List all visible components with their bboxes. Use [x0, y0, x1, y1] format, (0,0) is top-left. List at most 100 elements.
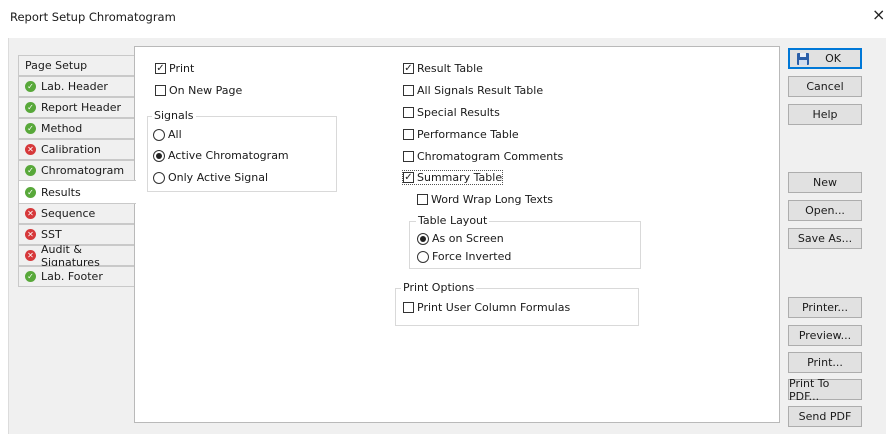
signals-only-active-radio[interactable]: Only Active Signal	[153, 171, 268, 184]
radio-circle	[153, 128, 165, 141]
save-disk-icon	[797, 53, 809, 65]
tab-label: Results	[41, 185, 81, 199]
close-icon[interactable]: ×	[872, 7, 885, 23]
check-circle-icon: ✓	[25, 165, 36, 176]
check-circle-icon: ✓	[25, 186, 36, 198]
result-table-label: Result Table	[417, 62, 483, 75]
all-signals-label: All Signals Result Table	[417, 84, 544, 97]
print-to-pdf-button[interactable]: Print To PDF...	[788, 376, 862, 403]
open-label: Open...	[805, 204, 845, 217]
tab-page-setup[interactable]: Page Setup	[18, 55, 135, 76]
on-new-page-label: On New Page	[169, 84, 243, 97]
summary-table-label: Summary Table	[417, 171, 503, 184]
performance-table-label: Performance Table	[417, 128, 519, 141]
check-circle-icon: ✓	[25, 271, 36, 282]
radio-circle	[417, 250, 429, 263]
tab-results[interactable]: ✓ Results	[18, 180, 136, 204]
check-circle-icon: ✓	[25, 123, 36, 134]
tab-label: Method	[41, 122, 83, 135]
tab-label: SST	[41, 228, 62, 241]
print-button[interactable]: Print...	[788, 352, 862, 373]
print-checkbox[interactable]: ✓ Print	[155, 62, 194, 75]
print-button-label: Print...	[807, 356, 843, 369]
special-results-checkbox[interactable]: Special Results	[403, 106, 500, 119]
window-title: Report Setup Chromatogram	[10, 10, 176, 24]
tab-lab-footer[interactable]: ✓ Lab. Footer	[18, 266, 135, 287]
all-signals-result-table-checkbox[interactable]: All Signals Result Table	[403, 84, 543, 97]
checkbox-box	[417, 194, 428, 205]
signals-all-radio[interactable]: All	[153, 128, 182, 141]
tab-audit-signatures[interactable]: ✕ Audit & Signatures	[18, 242, 135, 269]
radio-label: As on Screen	[432, 232, 504, 245]
chromatogram-comments-label: Chromatogram Comments	[417, 150, 564, 163]
radio-label: All	[168, 128, 182, 141]
tab-label: Sequence	[41, 207, 96, 220]
send-pdf-button[interactable]: Send PDF	[788, 406, 862, 427]
printer-label: Printer...	[801, 301, 849, 314]
tab-report-header[interactable]: ✓ Report Header	[18, 97, 135, 118]
print-user-column-formulas-checkbox[interactable]: Print User Column Formulas	[403, 301, 570, 314]
tab-calibration[interactable]: ✕ Calibration	[18, 139, 135, 160]
radio-circle	[417, 232, 429, 245]
checkbox-box	[403, 107, 414, 118]
error-circle-icon: ✕	[25, 250, 36, 261]
radio-label: Force Inverted	[432, 250, 512, 263]
error-circle-icon: ✕	[25, 144, 36, 155]
special-results-label: Special Results	[417, 106, 500, 119]
results-panel: ✓ Print On New Page Signals All Active C…	[134, 46, 780, 423]
new-button[interactable]: New	[788, 172, 862, 193]
open-button[interactable]: Open...	[788, 200, 862, 221]
performance-table-checkbox[interactable]: Performance Table	[403, 128, 519, 141]
tab-label: Page Setup	[25, 59, 88, 72]
checkbox-box	[155, 85, 166, 96]
checkbox-box: ✓	[403, 62, 414, 74]
tab-lab-header[interactable]: ✓ Lab. Header	[18, 76, 135, 97]
print-options-group-label: Print Options	[401, 281, 477, 294]
chromatogram-comments-checkbox[interactable]: Chromatogram Comments	[403, 150, 563, 163]
table-layout-group-label: Table Layout	[416, 214, 490, 227]
signals-group-label: Signals	[152, 109, 196, 122]
cancel-button[interactable]: Cancel	[788, 76, 862, 97]
printer-button[interactable]: Printer...	[788, 297, 862, 318]
tab-chromatogram[interactable]: ✓ Chromatogram	[18, 160, 135, 181]
preview-label: Preview...	[798, 329, 852, 342]
checkbox-box	[403, 85, 414, 96]
word-wrap-label: Word Wrap Long Texts	[431, 193, 553, 206]
tab-label: Lab. Header	[41, 80, 108, 93]
radio-label: Active Chromatogram	[168, 149, 289, 162]
as-on-screen-radio[interactable]: As on Screen	[417, 232, 504, 245]
checkbox-box	[403, 129, 414, 140]
checkbox-box: ✓	[403, 171, 414, 183]
signals-active-chromatogram-radio[interactable]: Active Chromatogram	[153, 149, 289, 162]
error-circle-icon: ✕	[25, 208, 36, 219]
on-new-page-checkbox[interactable]: On New Page	[155, 84, 242, 97]
summary-table-checkbox[interactable]: ✓ Summary Table	[401, 170, 504, 185]
help-button[interactable]: Help	[788, 104, 862, 125]
save-as-button[interactable]: Save As...	[788, 228, 862, 249]
error-circle-icon: ✕	[25, 229, 36, 240]
result-table-checkbox[interactable]: ✓ Result Table	[403, 62, 483, 75]
force-inverted-radio[interactable]: Force Inverted	[417, 250, 511, 263]
help-label: Help	[812, 108, 838, 121]
tab-sequence[interactable]: ✕ Sequence	[18, 203, 135, 224]
radio-circle	[153, 149, 165, 162]
print-to-pdf-label: Print To PDF...	[789, 376, 830, 403]
radio-label: Only Active Signal	[168, 171, 269, 184]
radio-circle	[153, 171, 165, 184]
tab-label: Report Header	[41, 101, 122, 114]
ok-label: OK	[825, 52, 841, 65]
tab-label: Audit & Signatures	[41, 242, 100, 269]
preview-button[interactable]: Preview...	[788, 325, 862, 346]
tab-label: Chromatogram	[41, 164, 125, 177]
word-wrap-checkbox[interactable]: Word Wrap Long Texts	[417, 193, 553, 206]
new-label: New	[813, 176, 837, 189]
ok-button[interactable]: OK	[788, 48, 862, 69]
send-pdf-label: Send PDF	[798, 410, 852, 423]
tab-method[interactable]: ✓ Method	[18, 118, 135, 139]
checkbox-box	[403, 302, 414, 313]
checkbox-box: ✓	[155, 62, 166, 74]
tab-label: Lab. Footer	[41, 270, 103, 283]
print-user-column-formulas-label: Print User Column Formulas	[417, 301, 571, 314]
cancel-label: Cancel	[806, 80, 844, 93]
check-circle-icon: ✓	[25, 102, 36, 113]
